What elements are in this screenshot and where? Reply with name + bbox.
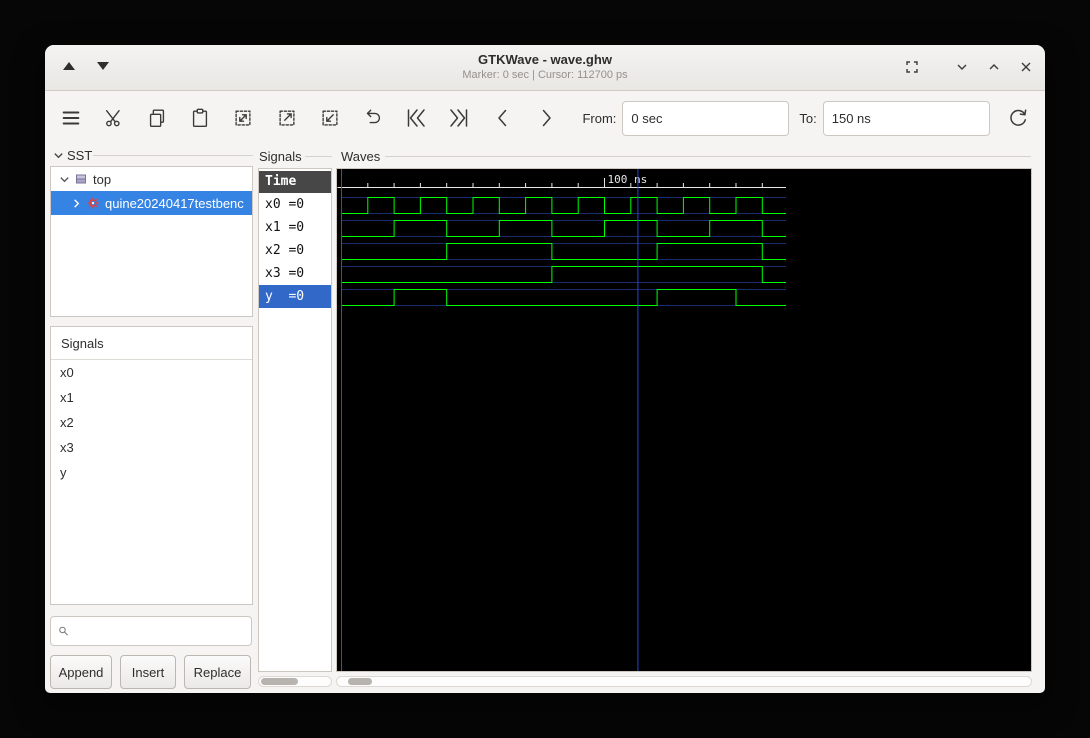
waves-hscroll-thumb[interactable]	[348, 678, 372, 685]
copy-icon[interactable]	[140, 101, 173, 135]
from-input[interactable]	[622, 100, 790, 136]
zoom-undo-icon[interactable]	[356, 101, 389, 135]
svg-text:100 ns: 100 ns	[608, 173, 648, 186]
tree-item-top[interactable]: top	[51, 167, 252, 191]
zoom-out-icon[interactable]	[313, 101, 346, 135]
signals-hscroll-thumb[interactable]	[261, 678, 298, 685]
entity-gear-icon	[86, 196, 100, 210]
window-title: GTKWave - wave.ghw	[478, 52, 612, 67]
signal-list-item-x0[interactable]: x0	[51, 360, 252, 385]
signals-list-header: Signals	[51, 327, 252, 360]
to-input[interactable]	[822, 100, 990, 136]
sst-expander[interactable]: SST	[53, 148, 92, 163]
zoom-to-start-icon[interactable]	[400, 101, 433, 135]
chevron-up-icon[interactable]	[985, 58, 1003, 76]
waves-label: Waves	[341, 149, 381, 164]
close-icon[interactable]	[1017, 58, 1035, 76]
from-label: From:	[582, 110, 617, 126]
signal-row-y[interactable]: y =0	[259, 285, 331, 308]
search-input[interactable]	[75, 617, 251, 645]
shift-right-icon[interactable]	[529, 101, 562, 135]
signal-row-x3[interactable]: x3 =0	[259, 262, 331, 285]
toolbar: From: To:	[45, 91, 1045, 145]
expander-right-icon[interactable]	[69, 198, 83, 209]
tree-item-testbench[interactable]: quine20240417testbenc	[51, 191, 252, 215]
signal-row-x0[interactable]: x0 =0	[259, 193, 331, 216]
sst-chevron-down-icon	[54, 153, 63, 159]
insert-button[interactable]: Insert	[120, 655, 176, 689]
sst-tree: top quine20240417testbenc	[50, 166, 253, 317]
zoom-in-icon[interactable]	[270, 101, 303, 135]
signal-search[interactable]	[50, 616, 252, 646]
time-header: Time	[259, 171, 331, 193]
zoom-fit-icon[interactable]	[227, 101, 260, 135]
tree-item-label: quine20240417testbenc	[105, 195, 244, 211]
expander-down-icon[interactable]	[57, 174, 71, 185]
waves-hscrollbar[interactable]	[336, 676, 1032, 687]
search-icon	[59, 626, 68, 636]
to-label: To:	[799, 110, 817, 126]
signals-column: Time x0 =0 x1 =0 x2 =0 x3 =0 y =0	[258, 168, 332, 672]
titlebar: GTKWave - wave.ghw Marker: 0 sec | Curso…	[45, 45, 1045, 91]
signal-list-item-x1[interactable]: x1	[51, 385, 252, 410]
triangle-down-icon[interactable]	[97, 62, 109, 70]
signal-list-item-y[interactable]: y	[51, 460, 252, 485]
signal-list-item-x3[interactable]: x3	[51, 435, 252, 460]
waves-panel[interactable]: 100 ns	[336, 168, 1032, 672]
signals-column-label: Signals	[259, 149, 302, 164]
paste-icon[interactable]	[184, 101, 217, 135]
module-icon	[74, 172, 88, 186]
shift-left-icon[interactable]	[486, 101, 519, 135]
marker-cursor-status: Marker: 0 sec | Cursor: 112700 ps	[462, 69, 628, 81]
replace-button[interactable]: Replace	[184, 655, 251, 689]
zoom-to-end-icon[interactable]	[443, 101, 476, 135]
chevron-down-icon[interactable]	[953, 58, 971, 76]
menu-icon[interactable]	[54, 101, 87, 135]
reload-icon[interactable]	[1002, 101, 1035, 135]
signals-list-panel: Signals x0 x1 x2 x3 y	[50, 326, 253, 605]
waveform-canvas[interactable]: 100 ns	[337, 169, 1031, 671]
sst-label: SST	[67, 148, 93, 163]
fit-window-icon[interactable]	[903, 58, 921, 76]
gtkwave-window: GTKWave - wave.ghw Marker: 0 sec | Curso…	[45, 45, 1045, 693]
append-button[interactable]: Append	[50, 655, 112, 689]
signal-row-x2[interactable]: x2 =0	[259, 239, 331, 262]
cut-icon[interactable]	[97, 101, 130, 135]
tree-item-label: top	[93, 171, 112, 187]
signal-row-x1[interactable]: x1 =0	[259, 216, 331, 239]
triangle-up-icon[interactable]	[63, 62, 75, 70]
signal-list-item-x2[interactable]: x2	[51, 410, 252, 435]
signals-hscrollbar[interactable]	[258, 676, 332, 687]
